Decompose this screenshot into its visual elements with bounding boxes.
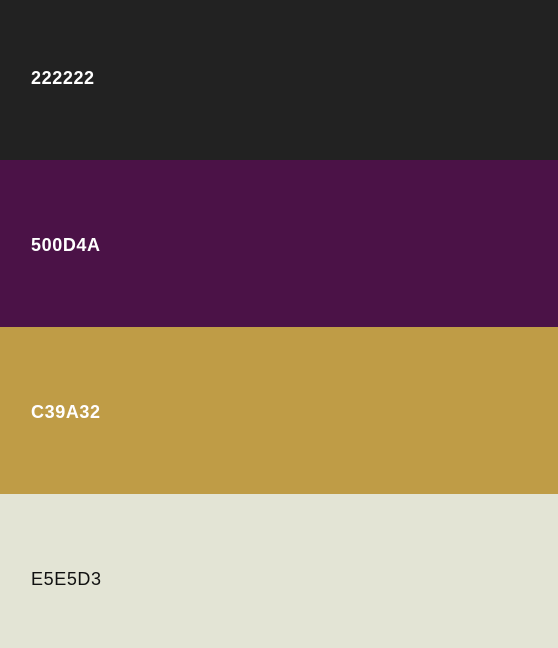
color-swatch-2[interactable]: 500D4A: [0, 160, 558, 327]
color-swatch-3[interactable]: C39A32: [0, 327, 558, 494]
color-swatch-1[interactable]: 222222: [0, 0, 558, 160]
swatch-hex-label: 500D4A: [31, 235, 101, 255]
swatch-hex-label: 222222: [31, 68, 95, 88]
color-palette: 222222 500D4A C39A32 E5E5D3: [0, 0, 558, 648]
swatch-hex-label: C39A32: [31, 402, 101, 422]
swatch-hex-label: E5E5D3: [31, 569, 102, 589]
color-swatch-4[interactable]: E5E5D3: [0, 494, 558, 648]
